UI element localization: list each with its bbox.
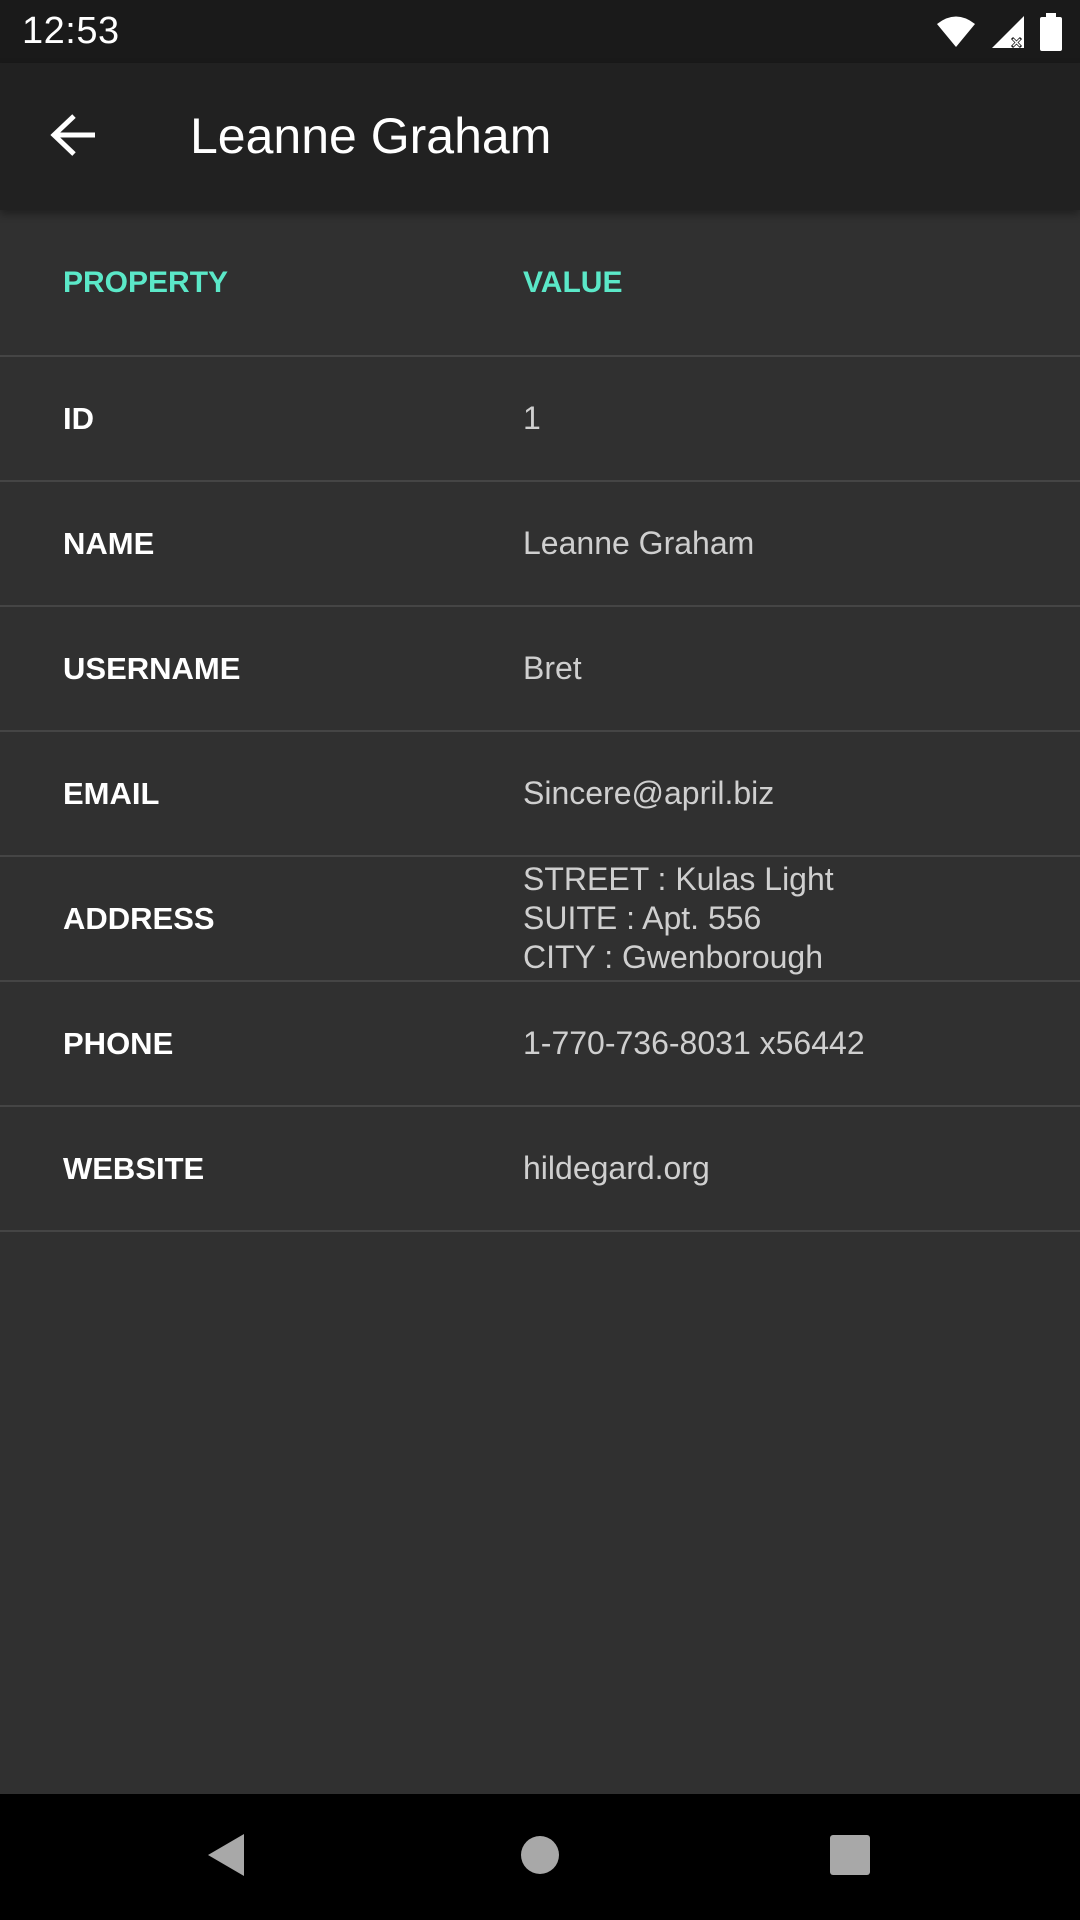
table-row-email: EMAIL Sincere@april.biz: [0, 732, 1080, 857]
property-value: Bret: [523, 650, 582, 686]
wifi-icon: [936, 15, 976, 49]
user-details-table: PROPERTY VALUE ID 1 NAME Leanne Graham U…: [0, 210, 1080, 1232]
address-city: CITY : Gwenborough: [523, 939, 824, 975]
property-label: EMAIL: [63, 775, 160, 811]
back-button[interactable]: [30, 99, 118, 175]
address-suite: SUITE : Apt. 556: [523, 900, 762, 936]
table-header-row: PROPERTY VALUE: [0, 210, 1080, 357]
address-lines: STREET : Kulas Light SUITE : Apt. 556 CI…: [523, 860, 834, 977]
table-row-username: USERNAME Bret: [0, 607, 1080, 732]
table-row-website: WEBSITE hildegard.org: [0, 1107, 1080, 1232]
back-triangle-icon: [206, 1833, 246, 1882]
property-value: 1-770-736-8031 x56442: [523, 1025, 865, 1061]
battery-icon: [1040, 13, 1062, 51]
cellular-signal-icon: [990, 14, 1026, 50]
property-value: Sincere@april.biz: [523, 775, 775, 811]
property-label: ID: [63, 400, 94, 436]
property-label: ADDRESS: [63, 900, 215, 936]
property-label: USERNAME: [63, 650, 241, 686]
page-title: Leanne Graham: [190, 108, 552, 164]
header-property: PROPERTY: [63, 265, 229, 299]
home-circle-icon: [520, 1835, 560, 1880]
app-bar: Leanne Graham: [0, 63, 1080, 210]
nav-recents-button[interactable]: [780, 1794, 920, 1920]
table-row-phone: PHONE 1-770-736-8031 x56442: [0, 982, 1080, 1107]
system-nav-bar: [0, 1794, 1080, 1920]
nav-back-button[interactable]: [156, 1794, 296, 1920]
nav-home-button[interactable]: [470, 1794, 610, 1920]
table-row-name: NAME Leanne Graham: [0, 482, 1080, 607]
table-row-address: ADDRESS STREET : Kulas Light SUITE : Apt…: [0, 857, 1080, 982]
property-label: WEBSITE: [63, 1150, 205, 1186]
status-icons: [936, 12, 1062, 52]
recents-square-icon: [830, 1834, 870, 1880]
property-value: hildegard.org: [523, 1150, 710, 1186]
arrow-back-icon: [50, 113, 98, 162]
status-bar: 12:53: [0, 0, 1080, 63]
property-value: Leanne Graham: [523, 525, 755, 561]
property-label: PHONE: [63, 1025, 174, 1061]
status-time: 12:53: [22, 10, 120, 52]
property-value: 1: [523, 400, 541, 436]
property-value: STREET : Kulas Light SUITE : Apt. 556 CI…: [523, 857, 834, 980]
header-value: VALUE: [523, 266, 623, 299]
property-label: NAME: [63, 525, 155, 561]
table-row-id: ID 1: [0, 357, 1080, 482]
address-street: STREET : Kulas Light: [523, 861, 834, 897]
